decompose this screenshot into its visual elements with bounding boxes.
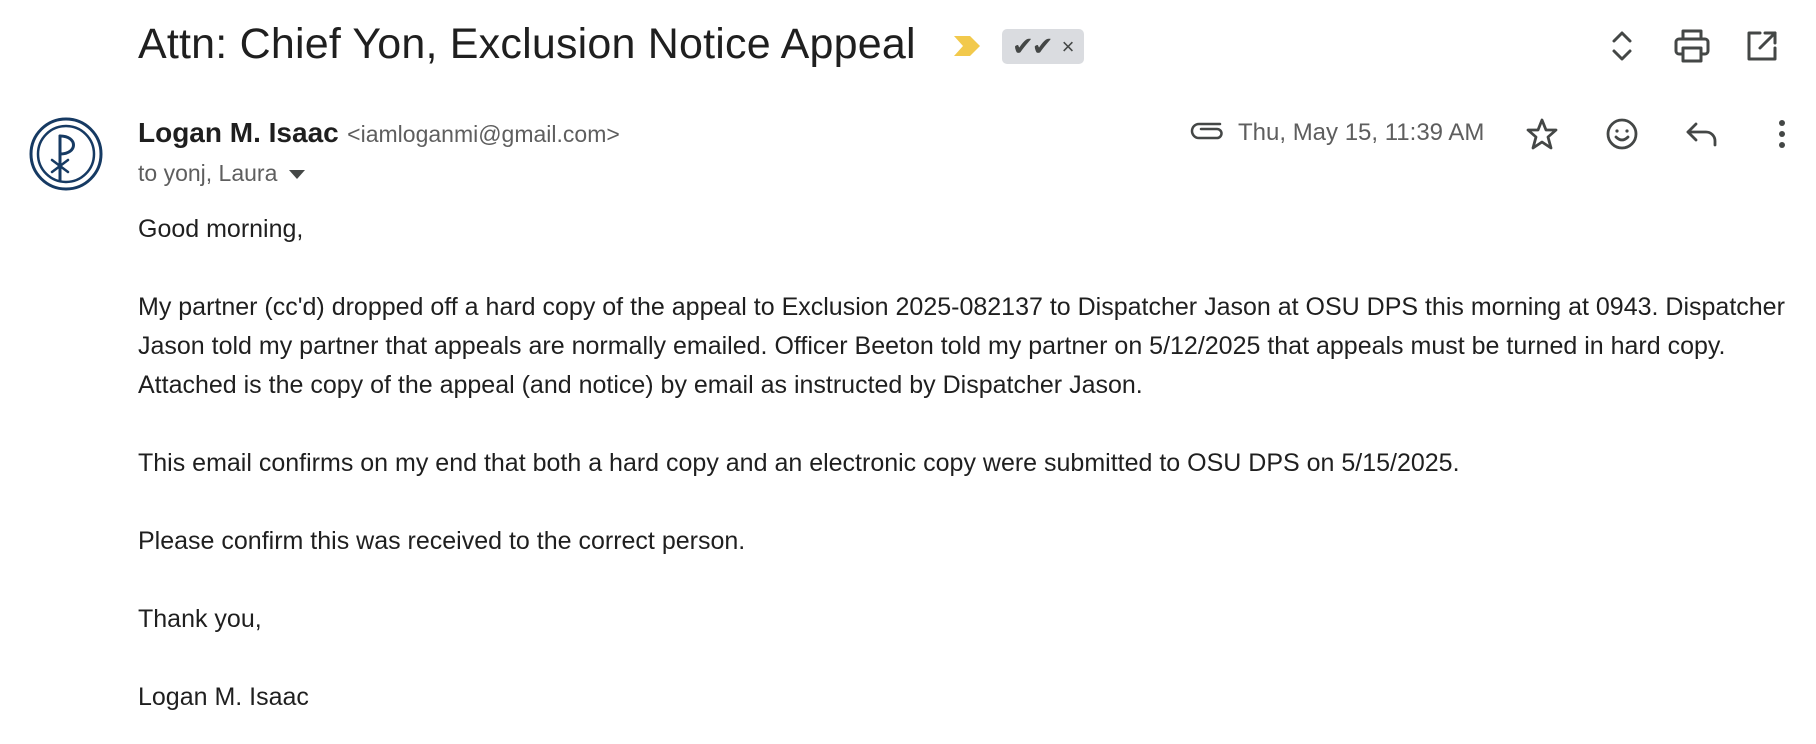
print-icon[interactable]: [1672, 26, 1712, 66]
importance-marker-icon[interactable]: [952, 33, 982, 59]
open-in-new-window-icon[interactable]: [1742, 26, 1782, 66]
recipients-text: to yonj, Laura: [138, 160, 278, 186]
label-chip[interactable]: ✔✔ ×: [1002, 29, 1085, 64]
email-date: Thu, May 15, 11:39 AM: [1238, 119, 1485, 146]
closing: Thank you,: [138, 605, 262, 633]
expand-all-icon[interactable]: [1602, 26, 1642, 66]
sender-name[interactable]: Logan M. Isaac: [138, 117, 339, 148]
more-vertical-icon[interactable]: [1762, 114, 1802, 154]
recipients-line: to yonj, Laura: [138, 160, 306, 187]
email-body: Good morning, My partner (cc'd) dropped …: [138, 210, 1798, 744]
star-icon[interactable]: [1522, 114, 1562, 154]
body-paragraph: This email confirms on my end that both …: [138, 449, 1460, 477]
sender-email[interactable]: <iamloganmi@gmail.com>: [347, 121, 620, 147]
label-chip-text: ✔✔: [1012, 31, 1054, 62]
show-details-dropdown-icon[interactable]: [289, 170, 306, 179]
email-header: Attn: Chief Yon, Exclusion Notice Appeal…: [0, 0, 1816, 96]
email-subject: Attn: Chief Yon, Exclusion Notice Appeal: [138, 20, 916, 68]
sender-line: Logan M. Isaac <iamloganmi@gmail.com>: [138, 117, 620, 149]
emoji-reaction-icon[interactable]: [1602, 114, 1642, 154]
paperclip-icon: [1190, 118, 1226, 146]
chi-rho-avatar: [28, 116, 104, 192]
signature: Logan M. Isaac: [138, 683, 309, 711]
body-paragraph: My partner (cc'd) dropped off a hard cop…: [138, 293, 1785, 399]
reply-icon[interactable]: [1682, 114, 1722, 154]
remove-label-icon[interactable]: ×: [1062, 35, 1075, 58]
body-paragraph: Please confirm this was received to the …: [138, 527, 746, 555]
greeting: Good morning,: [138, 215, 304, 243]
